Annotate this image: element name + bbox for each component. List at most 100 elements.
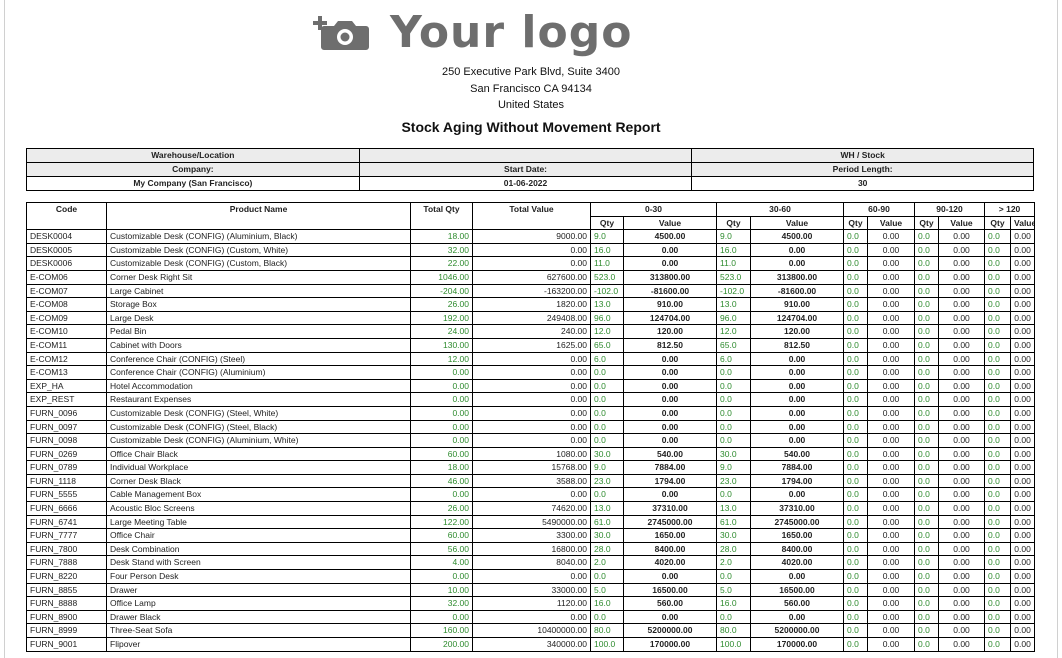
row-period-value: 0.00 [867,256,916,271]
row-period-qty: 0.0 [914,501,940,516]
row-code: FURN_7888 [26,555,107,571]
row-period-value: 0.00 [1010,582,1036,598]
row-period-qty: 0.0 [914,378,940,394]
row-period-qty: 0.0 [984,473,1012,489]
subcol-value: Value [867,215,916,231]
row-product-name: Corner Desk Black [106,473,411,489]
row-total-qty: 130.00 [410,337,473,353]
table-row: E-COM08 Storage Box 26.00 1820.00 13.0 910.00… [26,297,1036,312]
row-period-value: 0.00 [867,569,916,584]
row-period-qty: 0.0 [843,569,869,584]
row-period-qty: 0.0 [984,337,1012,353]
start-date-value: 01-06-2022 [358,176,693,191]
row-period-value: 0.00 [622,569,718,584]
row-period-qty: 0.0 [843,487,869,503]
row-period-value: 0.00 [1010,501,1036,516]
row-period-qty: 0.0 [984,460,1012,475]
row-period-qty: 6.0 [590,351,624,367]
row-period-qty: 0.0 [716,378,752,394]
row-code: DESK0004 [26,229,107,244]
row-period-value: 560.00 [622,596,718,611]
row-period-qty: 12.0 [716,324,752,339]
row-period-value: 0.00 [938,569,986,584]
row-total-qty: 0.00 [410,419,473,435]
row-period-value: 0.00 [867,623,916,638]
row-period-value: 0.00 [938,433,986,448]
row-total-value: -163200.00 [472,283,591,299]
row-period-value: 812.50 [622,337,718,353]
row-period-value: 4020.00 [750,555,845,571]
row-period-qty: 0.0 [984,541,1012,557]
row-product-name: Cabinet with Doors [106,337,411,353]
row-period-value: 812.50 [750,337,845,353]
row-period-qty: 0.0 [843,460,869,475]
row-total-value: 249408.00 [472,310,591,326]
row-period-qty: 9.0 [716,229,752,244]
row-period-value: 0.00 [938,487,986,503]
row-product-name: Restaurant Expenses [106,392,411,407]
row-period-value: 7884.00 [750,460,845,475]
row-total-qty: 0.00 [410,392,473,407]
row-period-qty: 23.0 [716,473,752,489]
row-code: FURN_8855 [26,582,107,598]
row-total-value: 0.00 [472,256,591,271]
stock-rows: DESK0004 Customizable Desk (CONFIG) (Alum… [26,229,1036,652]
row-total-value: 0.00 [472,392,591,407]
row-code: FURN_8900 [26,609,107,625]
row-period-qty: 100.0 [590,637,624,652]
row-period-value: 0.00 [867,324,916,339]
row-period-qty: 13.0 [716,501,752,516]
table-row: FURN_7777 Office Chair 60.00 3300.00 30.0 165… [26,528,1036,543]
row-period-value: 2745000.00 [750,514,845,530]
row-period-value: 170000.00 [750,637,845,652]
table-row: FURN_8888 Office Lamp 32.00 1120.00 16.0 560.… [26,596,1036,611]
row-period-value: 0.00 [867,446,916,462]
row-code: FURN_6741 [26,514,107,530]
row-code: FURN_0096 [26,405,107,421]
table-row: FURN_6741 Large Meeting Table 122.00 549000… [26,514,1036,530]
row-period-value: 0.00 [867,351,916,367]
row-period-value: 540.00 [622,446,718,462]
row-period-value: 0.00 [867,555,916,571]
row-total-qty: 60.00 [410,446,473,462]
row-period-value: 0.00 [1010,460,1036,475]
row-period-value: 0.00 [1010,256,1036,271]
subcol-value: Value [938,215,986,231]
table-row: E-COM07 Large Cabinet -204.00 -163200.00 -10… [26,283,1036,299]
row-period-qty: 0.0 [843,242,869,258]
row-period-value: 0.00 [750,242,845,258]
row-period-value: 0.00 [622,487,718,503]
row-period-value: 0.00 [1010,514,1036,530]
row-total-value: 9000.00 [472,229,591,244]
row-total-value: 0.00 [472,405,591,421]
row-period-value: 0.00 [867,473,916,489]
table-row: DESK0004 Customizable Desk (CONFIG) (Alum… [26,229,1036,244]
table-row: E-COM12 Conference Chair (CONFIG) (Steel)… [26,351,1036,367]
row-period-qty: 65.0 [716,337,752,353]
row-period-value: 0.00 [750,392,845,407]
subcol-value: Value [622,215,718,231]
row-period-qty: 16.0 [590,242,624,258]
row-period-value: 0.00 [938,460,986,475]
row-period-value: 4500.00 [750,229,845,244]
row-period-value: 0.00 [938,596,986,611]
row-period-value: 5200000.00 [750,623,845,638]
row-period-value: 124704.00 [622,310,718,326]
row-period-qty: 0.0 [843,433,869,448]
row-code: DESK0005 [26,242,107,258]
row-period-qty: 80.0 [716,623,752,638]
row-total-value: 10400000.00 [472,623,591,638]
col-period-60-90: 60-90 [843,202,916,217]
row-period-value: 0.00 [867,460,916,475]
row-period-value: 0.00 [938,446,986,462]
row-period-qty: 0.0 [843,596,869,611]
address-line-2: San Francisco CA 94134 [470,83,592,95]
row-period-value: 7884.00 [622,460,718,475]
row-period-value: 0.00 [867,501,916,516]
row-period-qty: 0.0 [984,324,1012,339]
row-period-qty: 0.0 [843,256,869,271]
row-product-name: Customizable Desk (CONFIG) (Aluminium, W… [106,433,411,448]
row-period-value: 0.00 [938,582,986,598]
row-period-qty: 13.0 [590,297,624,312]
row-period-qty: 0.0 [914,337,940,353]
